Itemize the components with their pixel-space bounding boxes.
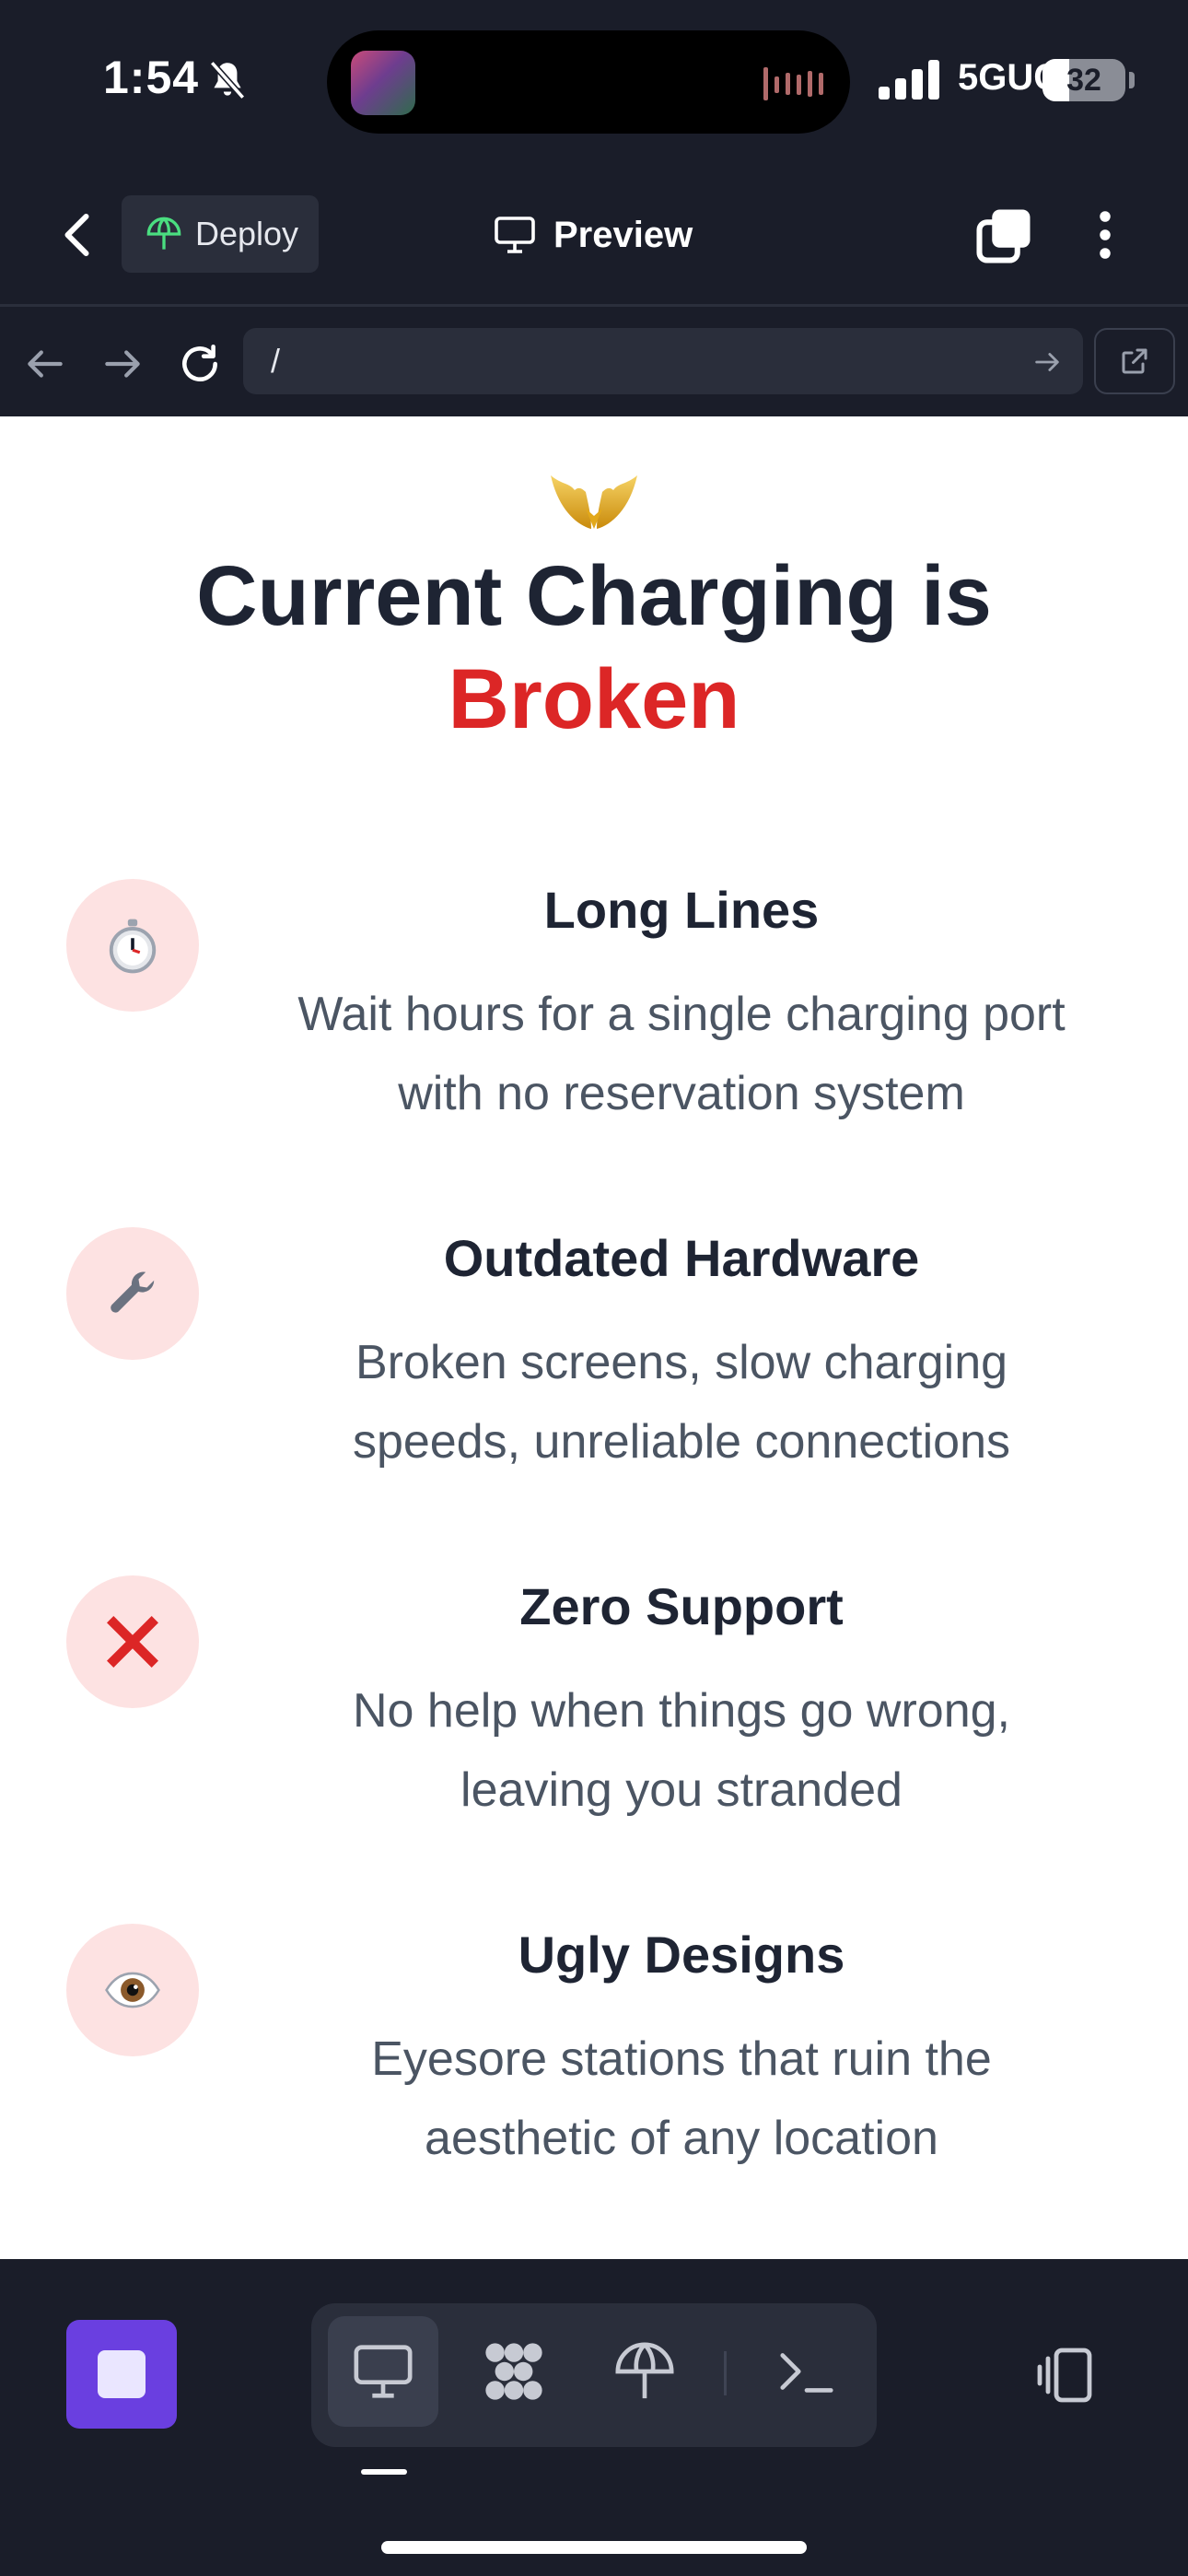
preview-page: Current Charging is Broken Long Lines Wa… bbox=[0, 416, 1188, 2257]
nav-back-arrow-icon[interactable] bbox=[22, 341, 68, 387]
problem-description: Wait hours for a single charging port wi… bbox=[297, 988, 1066, 1120]
monitor-icon bbox=[354, 2345, 413, 2398]
view-switcher bbox=[311, 2303, 877, 2447]
problem-description: Broken screens, slow charging speeds, un… bbox=[352, 1336, 1011, 1469]
now-playing-artwork bbox=[351, 51, 415, 115]
url-input[interactable] bbox=[269, 341, 991, 381]
golden-wings-logo-icon bbox=[551, 475, 637, 529]
audio-wave-icon bbox=[763, 67, 823, 100]
problem-icon-badge bbox=[66, 1575, 199, 1708]
open-in-new-tab-button[interactable] bbox=[1094, 328, 1175, 394]
external-link-icon bbox=[1122, 348, 1147, 374]
problem-description: No help when things go wrong, leaving yo… bbox=[352, 1684, 1010, 1817]
umbrella-icon bbox=[615, 2342, 674, 2399]
problem-card-long-lines: Long Lines Wait hours for a single charg… bbox=[0, 879, 1188, 1174]
problem-title: Outdated Hardware bbox=[443, 1229, 920, 1287]
monitor-icon bbox=[495, 217, 535, 253]
problem-title: Long Lines bbox=[543, 881, 820, 939]
battery-indicator: 32 bbox=[1042, 59, 1125, 101]
tool-workspace-button[interactable] bbox=[459, 2316, 569, 2427]
deploy-button[interactable]: Deploy bbox=[122, 195, 319, 273]
go-arrow-icon[interactable] bbox=[1031, 346, 1063, 378]
stop-button[interactable] bbox=[66, 2320, 177, 2429]
status-bar: 1:54 5GUC 32 bbox=[0, 0, 1188, 157]
preview-label: Preview bbox=[553, 214, 693, 255]
terminal-icon bbox=[780, 2353, 833, 2393]
problem-title: Zero Support bbox=[519, 1577, 844, 1635]
battery-cap bbox=[1129, 72, 1135, 88]
tool-preview-button[interactable] bbox=[328, 2316, 438, 2427]
problem-card-outdated-hardware: Outdated Hardware Broken screens, slow c… bbox=[0, 1227, 1188, 1522]
device-layout-toggle-icon[interactable] bbox=[1031, 2342, 1098, 2408]
dynamic-island bbox=[327, 30, 850, 134]
grid-blob-icon bbox=[485, 2343, 542, 2400]
tool-deploy-button[interactable] bbox=[589, 2316, 700, 2427]
home-indicator bbox=[381, 2541, 807, 2554]
active-tool-indicator bbox=[361, 2469, 407, 2475]
nav-forward-arrow-icon[interactable] bbox=[99, 341, 146, 387]
preview-title: Preview bbox=[493, 205, 693, 265]
problem-card-zero-support: Zero Support No help when things go wron… bbox=[0, 1575, 1188, 1870]
bottom-toolbar bbox=[0, 2259, 1188, 2576]
header-divider bbox=[0, 304, 1188, 307]
problem-icon-badge bbox=[66, 1924, 199, 2056]
bell-muted-icon bbox=[209, 61, 246, 100]
wrench-icon bbox=[111, 1271, 155, 1313]
app-header: Deploy Preview bbox=[0, 175, 1188, 304]
problem-description: Eyesore stations that ruin the aesthetic… bbox=[371, 2032, 992, 2165]
problem-icon-badge bbox=[66, 1227, 199, 1360]
tool-terminal-button[interactable] bbox=[751, 2316, 862, 2427]
cellular-signal-icon bbox=[879, 60, 939, 100]
problem-icon-badge bbox=[66, 879, 199, 1012]
problem-title: Ugly Designs bbox=[518, 1926, 845, 1984]
back-chevron-icon[interactable] bbox=[52, 207, 107, 263]
tabs-overview-icon[interactable] bbox=[974, 205, 1035, 265]
more-options-icon[interactable] bbox=[1077, 205, 1133, 265]
eye-icon bbox=[105, 1972, 160, 2008]
browser-chrome: 1:54 5GUC 32 Deploy Preview / bbox=[0, 0, 1188, 416]
battery-percent: 32 bbox=[1066, 62, 1101, 98]
reload-icon[interactable] bbox=[177, 341, 223, 387]
status-time: 1:54 bbox=[103, 52, 200, 103]
deploy-umbrella-icon bbox=[146, 217, 181, 250]
stopwatch-icon bbox=[109, 919, 157, 974]
cross-mark-icon bbox=[107, 1616, 158, 1668]
deploy-label: Deploy bbox=[195, 215, 299, 252]
browser-nav-bar bbox=[0, 313, 1188, 415]
address-bar bbox=[243, 328, 1083, 394]
hero-heading: Current Charging is bbox=[196, 549, 992, 643]
hero-heading-accent: Broken bbox=[448, 652, 740, 746]
problem-card-ugly-designs: Ugly Designs Eyesore stations that ruin … bbox=[0, 1924, 1188, 2219]
tool-separator bbox=[724, 2351, 727, 2395]
stop-square-icon bbox=[98, 2350, 146, 2398]
